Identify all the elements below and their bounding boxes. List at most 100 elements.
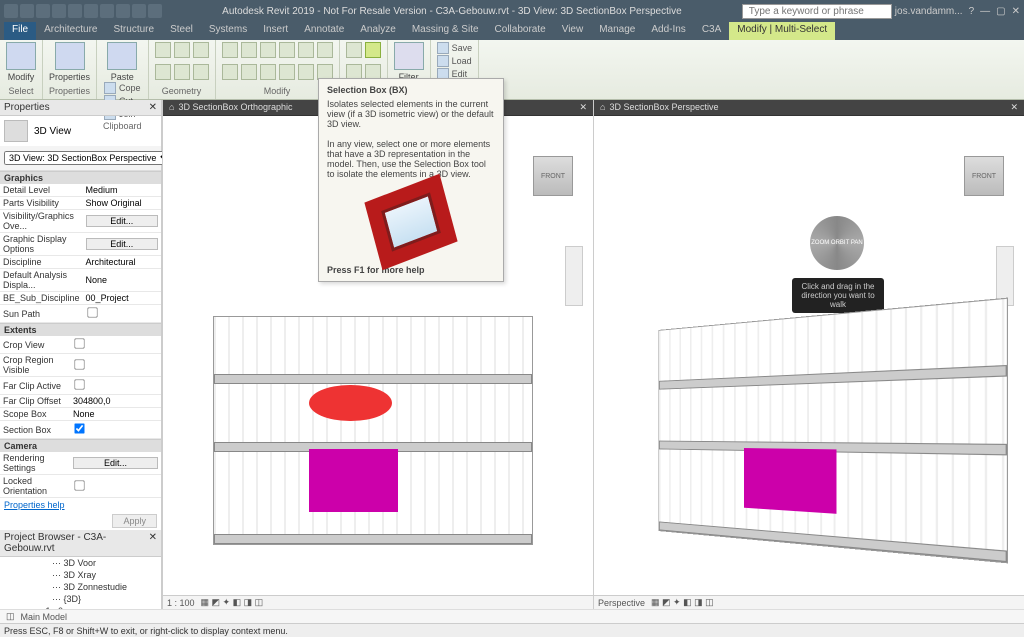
properties-button[interactable]: Properties: [49, 42, 90, 82]
scale-control[interactable]: Perspective: [598, 598, 645, 608]
home-icon[interactable]: ⌂: [600, 102, 605, 113]
save-selection-button[interactable]: Save: [437, 42, 473, 54]
property-row: Far Clip Active: [0, 377, 161, 395]
geom-tool[interactable]: [174, 64, 190, 80]
property-value[interactable]: Edit...: [83, 233, 161, 256]
modify-tool[interactable]: [317, 42, 333, 58]
ribbon-tab[interactable]: Insert: [255, 22, 296, 40]
property-value[interactable]: [70, 377, 161, 395]
ribbon-tab[interactable]: Structure: [105, 22, 162, 40]
project-browser-tree[interactable]: ··· 3D Voor··· 3D Xray··· 3D Zonnestudie…: [0, 557, 161, 609]
browser-node[interactable]: - 1 : 0: [0, 605, 161, 609]
navigation-bar[interactable]: [565, 246, 583, 306]
help-icon[interactable]: ?: [969, 6, 975, 17]
property-value[interactable]: [83, 305, 161, 323]
view-tool[interactable]: [346, 42, 362, 58]
model-worksets[interactable]: Main Model: [21, 612, 68, 622]
ribbon-tab[interactable]: Systems: [201, 22, 255, 40]
home-icon[interactable]: ⌂: [169, 102, 174, 113]
close-view-icon[interactable]: ✕: [1010, 102, 1018, 113]
app-title: Autodesk Revit 2019 - Not For Resale Ver…: [165, 6, 739, 17]
properties-help-link[interactable]: Properties help: [0, 498, 161, 512]
geom-tool[interactable]: [193, 42, 209, 58]
property-value[interactable]: Edit...: [70, 452, 161, 475]
property-value[interactable]: 00_Project: [83, 292, 161, 305]
steering-wheel[interactable]: ZOOM ORBIT PAN: [810, 216, 864, 270]
cope-button[interactable]: Cope: [104, 82, 141, 94]
close-view-icon[interactable]: ✕: [579, 102, 587, 113]
close-browser-icon[interactable]: ✕: [149, 532, 157, 554]
browser-node[interactable]: ··· 3D Xray: [0, 569, 161, 581]
property-value[interactable]: [70, 354, 161, 377]
browser-node[interactable]: ··· 3D Zonnestudie: [0, 581, 161, 593]
modify-button[interactable]: Modify: [6, 42, 36, 82]
geom-tool[interactable]: [155, 42, 171, 58]
ribbon-tab[interactable]: Massing & Site: [404, 22, 487, 40]
property-name: Scope Box: [0, 408, 70, 421]
scale-control[interactable]: 1 : 100: [167, 598, 195, 608]
properties-filter[interactable]: 3D View: 3D SectionBox Perspective: [4, 151, 174, 165]
modify-tool[interactable]: [279, 64, 295, 80]
selection-box-button[interactable]: [365, 42, 381, 58]
ribbon-tab[interactable]: Analyze: [352, 22, 404, 40]
drawing-area-right[interactable]: FRONT ZOOM ORBIT PAN Click and drag in t…: [594, 116, 1024, 595]
modify-tool[interactable]: [260, 64, 276, 80]
property-value[interactable]: [70, 336, 161, 354]
property-value[interactable]: 304800,0: [70, 395, 161, 408]
user-name[interactable]: jos.vandamm...: [895, 6, 963, 17]
property-row: Section Box: [0, 421, 161, 439]
maximize-icon[interactable]: ▢: [996, 6, 1005, 17]
modify-tool[interactable]: [279, 42, 295, 58]
property-value[interactable]: None: [83, 269, 161, 292]
browser-node[interactable]: ··· {3D}: [0, 593, 161, 605]
view-control-icons[interactable]: ▦ ◩ ✦ ◧ ◨ ◫: [201, 597, 264, 608]
ribbon-tab[interactable]: Steel: [162, 22, 201, 40]
load-selection-button[interactable]: Load: [437, 55, 473, 67]
view-control-icons[interactable]: ▦ ◩ ✦ ◧ ◨ ◫: [651, 597, 714, 608]
property-value[interactable]: Edit...: [83, 210, 161, 233]
ribbon-tab[interactable]: View: [554, 22, 592, 40]
property-name: Section Box: [0, 421, 70, 439]
view-tab-right[interactable]: 3D SectionBox Perspective: [609, 102, 718, 113]
property-value[interactable]: [70, 475, 161, 498]
property-value[interactable]: Architectural: [83, 256, 161, 269]
ribbon-tab[interactable]: C3A: [694, 22, 729, 40]
modify-tool[interactable]: [222, 64, 238, 80]
ribbon-tab[interactable]: Architecture: [36, 22, 105, 40]
property-value[interactable]: Show Original: [83, 197, 161, 210]
modify-tool[interactable]: [298, 64, 314, 80]
ribbon-tab[interactable]: Annotate: [296, 22, 352, 40]
apply-button[interactable]: Apply: [112, 514, 157, 528]
ribbon-tab[interactable]: Add-Ins: [643, 22, 693, 40]
viewcube[interactable]: FRONT: [964, 156, 1004, 196]
modify-tool[interactable]: [241, 42, 257, 58]
browser-node[interactable]: ··· 3D Voor: [0, 557, 161, 569]
close-properties-icon[interactable]: ✕: [149, 102, 157, 113]
filter-button[interactable]: Filter: [394, 42, 424, 82]
geom-tool[interactable]: [155, 64, 171, 80]
ribbon-tab[interactable]: Modify | Multi-Select: [729, 22, 835, 40]
close-icon[interactable]: ✕: [1012, 6, 1020, 17]
quick-access-toolbar[interactable]: [4, 4, 162, 18]
ribbon-tab[interactable]: Manage: [591, 22, 643, 40]
worksets-icon[interactable]: ◫: [6, 611, 15, 622]
viewcube[interactable]: FRONT: [533, 156, 573, 196]
modify-tool[interactable]: [222, 42, 238, 58]
property-value[interactable]: [70, 421, 161, 439]
type-selector[interactable]: 3D View: [34, 126, 71, 137]
view-tab-left[interactable]: 3D SectionBox Orthographic: [178, 102, 292, 113]
minimize-icon[interactable]: —: [980, 6, 990, 17]
modify-tool[interactable]: [260, 42, 276, 58]
ribbon-tab[interactable]: Collaborate: [487, 22, 554, 40]
ribbon-panel-properties: Properties Properties: [43, 40, 97, 99]
tooltip-line: Isolates selected elements in the curren…: [327, 99, 495, 129]
modify-tool[interactable]: [241, 64, 257, 80]
geom-tool[interactable]: [193, 64, 209, 80]
modify-tool[interactable]: [298, 42, 314, 58]
search-input[interactable]: [742, 4, 892, 19]
property-value[interactable]: None: [70, 408, 161, 421]
geom-tool[interactable]: [174, 42, 190, 58]
property-value[interactable]: Medium: [83, 184, 161, 197]
paste-button[interactable]: Paste: [107, 42, 137, 82]
ribbon-tab[interactable]: File: [4, 22, 36, 40]
